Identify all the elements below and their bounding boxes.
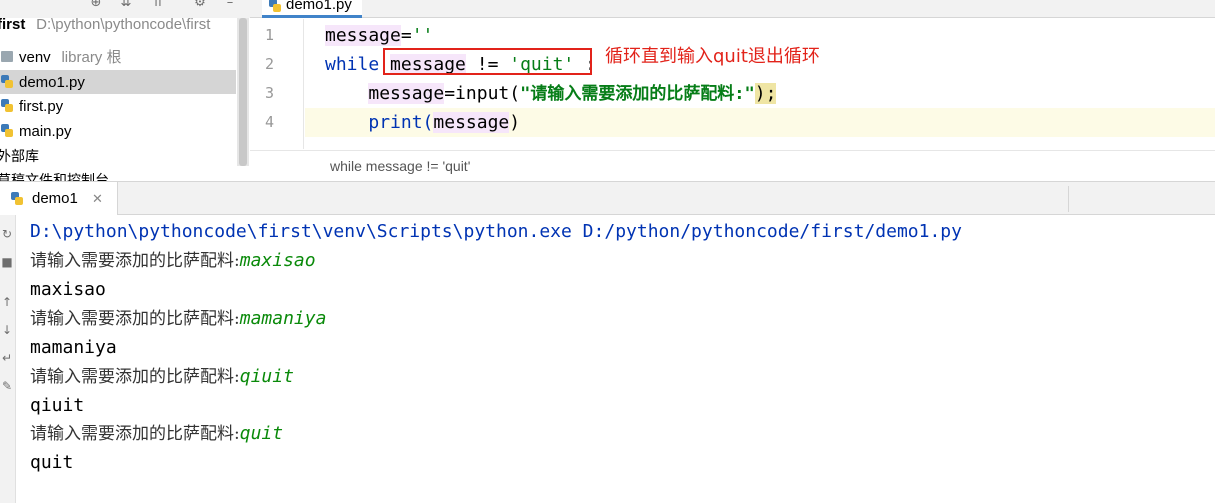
tree-item-main[interactable]: main.py xyxy=(0,119,236,143)
annotation-text: 循环直到输入quit退出循环 xyxy=(605,46,820,67)
console-prompt: 请输入需要添加的比萨配料: xyxy=(30,424,240,444)
hide-panel-icon[interactable]: – xyxy=(222,0,238,10)
project-toolbar: ⊕ ⇊ ⇈ ⚙ – xyxy=(0,0,250,18)
code-keyword: while xyxy=(325,54,380,75)
line-number: 1 xyxy=(264,26,274,44)
tab-demo1[interactable]: demo1.py xyxy=(262,0,362,18)
tree-item-label: first.py xyxy=(19,98,64,115)
code-call: =input( xyxy=(444,83,521,104)
tree-item-venv[interactable]: venv library 根 xyxy=(0,45,236,69)
code-string: '' xyxy=(411,25,434,46)
code-end: ) xyxy=(509,112,521,133)
tree-item-label: venv xyxy=(19,49,51,66)
code-builtin: print( xyxy=(368,112,434,133)
tree-item-label: 外部库 xyxy=(0,149,39,165)
expand-all-icon[interactable]: ⇊ xyxy=(118,0,134,10)
breadcrumb[interactable]: while message != 'quit' xyxy=(330,151,470,182)
tree-item-hint: library 根 xyxy=(61,49,122,66)
tree-item-label: demo1.py xyxy=(19,74,85,91)
stop-icon[interactable]: ■ xyxy=(0,255,14,269)
editor-tab-bar: demo1.py xyxy=(250,0,1215,18)
tree-item-label: main.py xyxy=(19,123,72,140)
gear-icon[interactable]: ⚙ xyxy=(192,0,208,10)
code-line-3: message=input("请输入需要添加的比萨配料:"); xyxy=(305,79,1215,108)
locate-icon[interactable]: ⊕ xyxy=(88,0,104,10)
line-number: 2 xyxy=(264,55,274,73)
tree-scrollbar[interactable] xyxy=(237,18,249,166)
tree-item-external-libraries[interactable]: 外部库 xyxy=(0,144,233,168)
folder-icon xyxy=(1,51,13,62)
console-user-input: maxisao xyxy=(239,250,316,271)
tab-label: demo1.py xyxy=(286,0,352,13)
code-line-4: print(message) xyxy=(305,108,1215,137)
console-prompt: 请输入需要添加的比萨配料: xyxy=(30,309,240,329)
close-icon[interactable]: ✕ xyxy=(92,191,103,206)
console-prompt: 请输入需要添加的比萨配料: xyxy=(30,367,240,387)
line-number: 4 xyxy=(264,113,274,131)
rerun-icon[interactable]: ↻ xyxy=(0,227,14,241)
code-string: "请输入需要添加的比萨配料:" xyxy=(520,84,755,104)
annotation-highlight-box xyxy=(383,48,592,75)
python-file-icon xyxy=(268,0,282,14)
scroll-up-icon[interactable]: ↑ xyxy=(0,295,14,309)
console-output: mamaniya xyxy=(30,337,117,358)
tree-root-path: D:\python\pythoncode\first xyxy=(36,18,211,33)
run-panel-header: demo1 ✕ xyxy=(0,181,1215,215)
python-file-icon xyxy=(0,98,14,114)
console-prompt-line: 请输入需要添加的比萨配料:maxisao xyxy=(30,246,316,275)
python-file-icon xyxy=(0,74,14,90)
scroll-down-icon[interactable]: ↓ xyxy=(0,323,14,337)
code-variable: message xyxy=(368,83,445,104)
python-run-icon xyxy=(10,191,24,207)
tree-item-scratches[interactable]: 草稿文件和控制台 xyxy=(0,168,233,181)
python-file-icon xyxy=(0,123,14,139)
breadcrumb-bar: while message != 'quit' xyxy=(250,150,1215,181)
console-user-input: qiuit xyxy=(239,366,294,387)
code-editor[interactable]: message='' while message != 'quit' : mes… xyxy=(305,19,1215,149)
console-user-input: mamaniya xyxy=(239,308,327,329)
console-prompt-line: 请输入需要添加的比萨配料:mamaniya xyxy=(30,304,326,333)
console-user-input: quit xyxy=(239,423,284,444)
console-output: qiuit xyxy=(30,395,85,416)
tree-item-label: 草稿文件和控制台 xyxy=(0,173,109,181)
console-output: quit xyxy=(30,452,74,473)
header-divider xyxy=(1068,186,1069,212)
code-operator: = xyxy=(400,25,412,46)
code-variable: message xyxy=(325,25,401,46)
code-variable: message xyxy=(433,112,510,133)
run-tab-demo1[interactable]: demo1 ✕ xyxy=(0,182,118,215)
tree-item-first[interactable]: first.py xyxy=(0,94,236,118)
code-end: ); xyxy=(754,83,777,104)
console-output: maxisao xyxy=(30,279,106,300)
run-tab-label: demo1 xyxy=(32,190,78,207)
console-command: D:\python\pythoncode\first\venv\Scripts\… xyxy=(30,221,962,242)
console-prompt-line: 请输入需要添加的比萨配料:quit xyxy=(30,419,283,448)
console-prompt: 请输入需要添加的比萨配料: xyxy=(30,251,240,271)
pin-icon[interactable]: ✎ xyxy=(0,379,14,393)
tree-scrollbar-thumb[interactable] xyxy=(239,18,247,166)
tree-root[interactable]: first D:\python\pythoncode\first xyxy=(0,18,233,36)
console-prompt-line: 请输入需要添加的比萨配料:qiuit xyxy=(30,362,294,391)
tree-item-demo1[interactable]: demo1.py xyxy=(0,70,236,94)
project-tree: first D:\python\pythoncode\first venv li… xyxy=(0,18,250,181)
line-number: 3 xyxy=(264,84,274,102)
run-side-toolbar: ↻ ■ ↑ ↓ ↵ ✎ xyxy=(0,215,16,503)
collapse-all-icon[interactable]: ⇈ xyxy=(150,0,166,10)
tree-root-name: first xyxy=(0,18,26,33)
editor-gutter: 1 2 3 4 xyxy=(250,19,323,149)
run-console[interactable]: D:\python\pythoncode\first\venv\Scripts\… xyxy=(17,215,1215,503)
soft-wrap-icon[interactable]: ↵ xyxy=(0,351,14,365)
